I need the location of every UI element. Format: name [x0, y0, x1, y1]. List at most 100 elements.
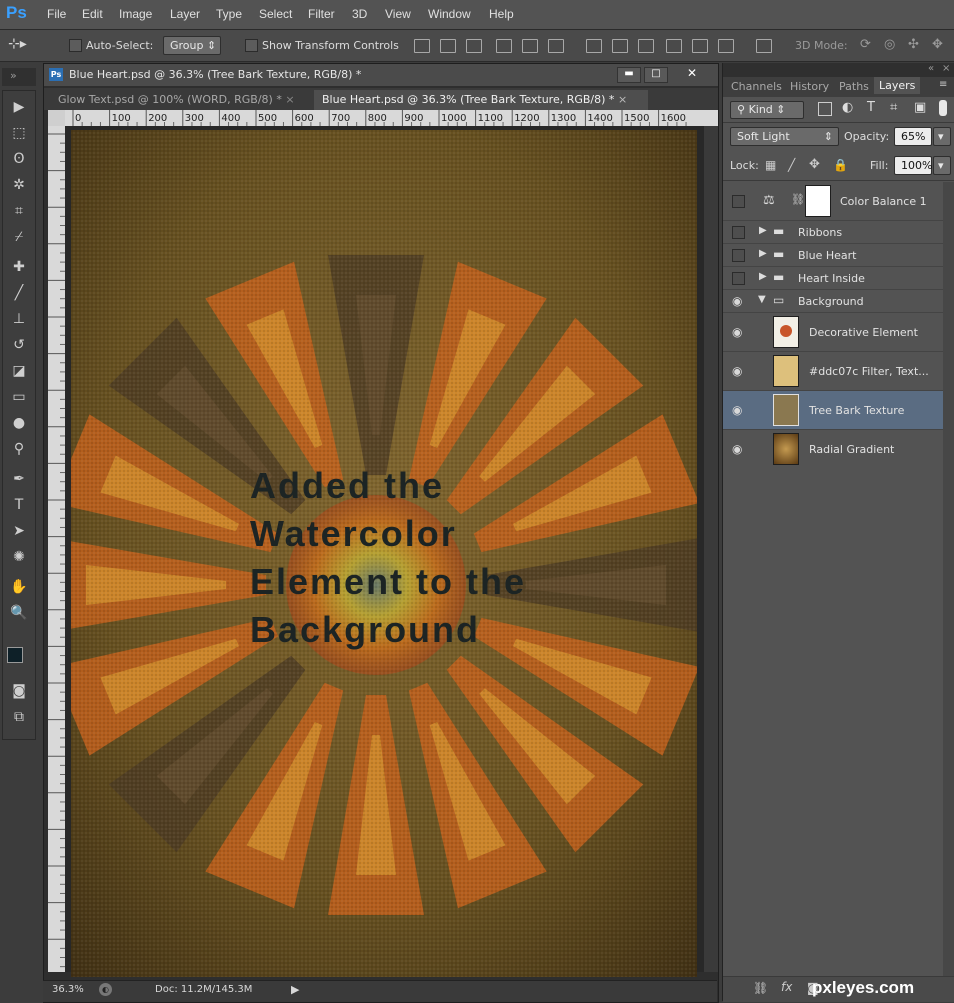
layer-row-blue-heart[interactable]: ▶ ▬ Blue Heart: [723, 244, 943, 267]
tab-blue-heart[interactable]: Blue Heart.psd @ 36.3% (Tree Bark Textur…: [314, 90, 648, 110]
layer-row-filter-text[interactable]: ◉ #ddc07c Filter, Text...: [723, 352, 943, 391]
move-tool-preset-icon[interactable]: ⊹▸: [8, 36, 27, 52]
menu-filter[interactable]: Filter: [308, 7, 335, 21]
magic-wand-tool-icon[interactable]: ✲: [9, 175, 29, 195]
lasso-tool-icon[interactable]: ʘ: [9, 149, 29, 169]
type-tool-icon[interactable]: T: [9, 495, 29, 515]
chain-link-icon[interactable]: ⛓: [791, 193, 805, 206]
fill-slider-button[interactable]: ▾: [933, 156, 951, 175]
panel-collapse-icon[interactable]: «: [928, 63, 934, 74]
zoom-level[interactable]: 36.3%: [52, 984, 84, 995]
eraser-tool-icon[interactable]: ◪: [9, 361, 29, 381]
layer-style-icon[interactable]: fx: [781, 980, 792, 994]
layer-row-tree-bark-texture[interactable]: ◉ Tree Bark Texture: [723, 391, 943, 430]
layer-row-radial-gradient[interactable]: ◉ Radial Gradient: [723, 430, 943, 469]
panel-menu-icon[interactable]: ≡: [939, 79, 947, 90]
3d-slide-icon[interactable]: ✥: [932, 37, 943, 52]
eye-icon[interactable]: ◉: [732, 442, 742, 456]
toolbar-collapse-icon[interactable]: »: [10, 69, 17, 82]
clone-stamp-tool-icon[interactable]: ⊥: [9, 309, 29, 329]
layer-thumb[interactable]: [773, 433, 799, 465]
move-tool-icon[interactable]: ▶: [9, 97, 29, 117]
lock-position-icon[interactable]: ✥: [809, 157, 820, 172]
healing-brush-tool-icon[interactable]: ✚: [9, 257, 29, 277]
opacity-input[interactable]: 65%: [894, 127, 932, 146]
menu-layer[interactable]: Layer: [170, 7, 200, 21]
auto-align-icon[interactable]: [756, 39, 772, 53]
menu-select[interactable]: Select: [259, 7, 292, 21]
filter-smart-object-icon[interactable]: ▣: [914, 100, 926, 115]
layers-scrollbar[interactable]: [943, 182, 954, 976]
zoom-tool-icon[interactable]: 🔍: [9, 603, 29, 623]
layer-thumb[interactable]: [773, 316, 799, 348]
crop-tool-icon[interactable]: ⌗: [9, 201, 29, 221]
tab-glow-text[interactable]: Glow Text.psd @ 100% (WORD, RGB/8) * ×: [50, 90, 312, 110]
distribute-right-icon[interactable]: [718, 39, 734, 53]
tab-history[interactable]: History: [790, 80, 829, 93]
visibility-toggle[interactable]: [732, 249, 745, 262]
eye-icon[interactable]: ◉: [732, 294, 742, 308]
3d-roll-icon[interactable]: ◎: [884, 37, 895, 52]
menu-edit[interactable]: Edit: [82, 7, 103, 21]
eye-icon[interactable]: ◉: [732, 403, 742, 417]
fill-input[interactable]: 100%: [894, 156, 932, 175]
3d-drag-icon[interactable]: ✣: [908, 37, 919, 52]
layer-row-heart-inside[interactable]: ▶ ▬ Heart Inside: [723, 267, 943, 290]
align-bottom-icon[interactable]: [466, 39, 482, 53]
menu-help[interactable]: Help: [489, 7, 514, 21]
filter-shape-icon[interactable]: ⌗: [890, 100, 897, 115]
opacity-slider-button[interactable]: ▾: [933, 127, 951, 146]
lock-image-icon[interactable]: ╱: [788, 158, 795, 172]
eyedropper-tool-icon[interactable]: ⌿: [9, 227, 29, 247]
show-transform-checkbox[interactable]: [245, 39, 258, 52]
layer-row-color-balance[interactable]: ⚖ ⛓ Color Balance 1: [723, 182, 943, 221]
eye-icon[interactable]: ◉: [732, 325, 742, 339]
filter-kind-dropdown[interactable]: ⚲ Kind ⇕: [730, 101, 804, 119]
ruler-origin[interactable]: [48, 110, 65, 126]
expand-arrow-icon[interactable]: ▶: [759, 271, 767, 282]
layer-thumb[interactable]: [773, 394, 799, 426]
tab-paths[interactable]: Paths: [839, 80, 869, 93]
filter-type-icon[interactable]: T: [867, 100, 875, 115]
menu-view[interactable]: View: [385, 7, 411, 21]
filter-pixel-icon[interactable]: [818, 102, 832, 116]
auto-select-checkbox[interactable]: [69, 39, 82, 52]
gradient-tool-icon[interactable]: ▭: [9, 387, 29, 407]
shape-tool-icon[interactable]: ✺: [9, 547, 29, 567]
layer-row-ribbons[interactable]: ▶ ▬ Ribbons: [723, 221, 943, 244]
filter-toggle-switch[interactable]: [939, 100, 947, 116]
screen-mode-icon[interactable]: ⧉: [9, 707, 29, 727]
link-layers-icon[interactable]: ⛓: [753, 981, 768, 995]
visibility-toggle[interactable]: [732, 272, 745, 285]
minimize-button[interactable]: ▬: [617, 67, 641, 83]
panel-close-icon[interactable]: ×: [942, 63, 950, 74]
collapse-arrow-icon[interactable]: ▼: [758, 294, 766, 305]
layer-row-background-group[interactable]: ◉ ▼ ▭ Background: [723, 290, 943, 313]
brush-tool-icon[interactable]: ╱: [9, 283, 29, 303]
blur-tool-icon[interactable]: ●: [9, 413, 29, 433]
status-info-icon[interactable]: ◐: [99, 983, 112, 996]
pen-tool-icon[interactable]: ✒: [9, 469, 29, 489]
quick-mask-icon[interactable]: ◙: [9, 681, 29, 701]
distribute-left-icon[interactable]: [666, 39, 682, 53]
distribute-bottom-icon[interactable]: [638, 39, 654, 53]
distribute-hcenter-icon[interactable]: [692, 39, 708, 53]
dodge-tool-icon[interactable]: ⚲: [9, 439, 29, 459]
blend-mode-dropdown[interactable]: Soft Light ⇕: [730, 127, 839, 146]
status-menu-arrow-icon[interactable]: ▶: [291, 983, 299, 996]
maximize-button[interactable]: □: [644, 67, 668, 83]
3d-orbit-icon[interactable]: ⟳: [860, 37, 871, 52]
expand-arrow-icon[interactable]: ▶: [759, 248, 767, 259]
tab-channels[interactable]: Channels: [731, 80, 782, 93]
menu-type[interactable]: Type: [216, 7, 242, 21]
expand-arrow-icon[interactable]: ▶: [759, 225, 767, 236]
vertical-scrollbar[interactable]: [704, 126, 718, 972]
visibility-toggle[interactable]: [732, 226, 745, 239]
lock-all-icon[interactable]: 🔒: [833, 158, 848, 172]
align-top-icon[interactable]: [414, 39, 430, 53]
visibility-toggle[interactable]: [732, 195, 745, 208]
close-button[interactable]: ✕: [678, 67, 706, 81]
hand-tool-icon[interactable]: ✋: [9, 577, 29, 597]
marquee-tool-icon[interactable]: ⬚: [9, 123, 29, 143]
lock-transparent-icon[interactable]: ▦: [765, 158, 776, 172]
